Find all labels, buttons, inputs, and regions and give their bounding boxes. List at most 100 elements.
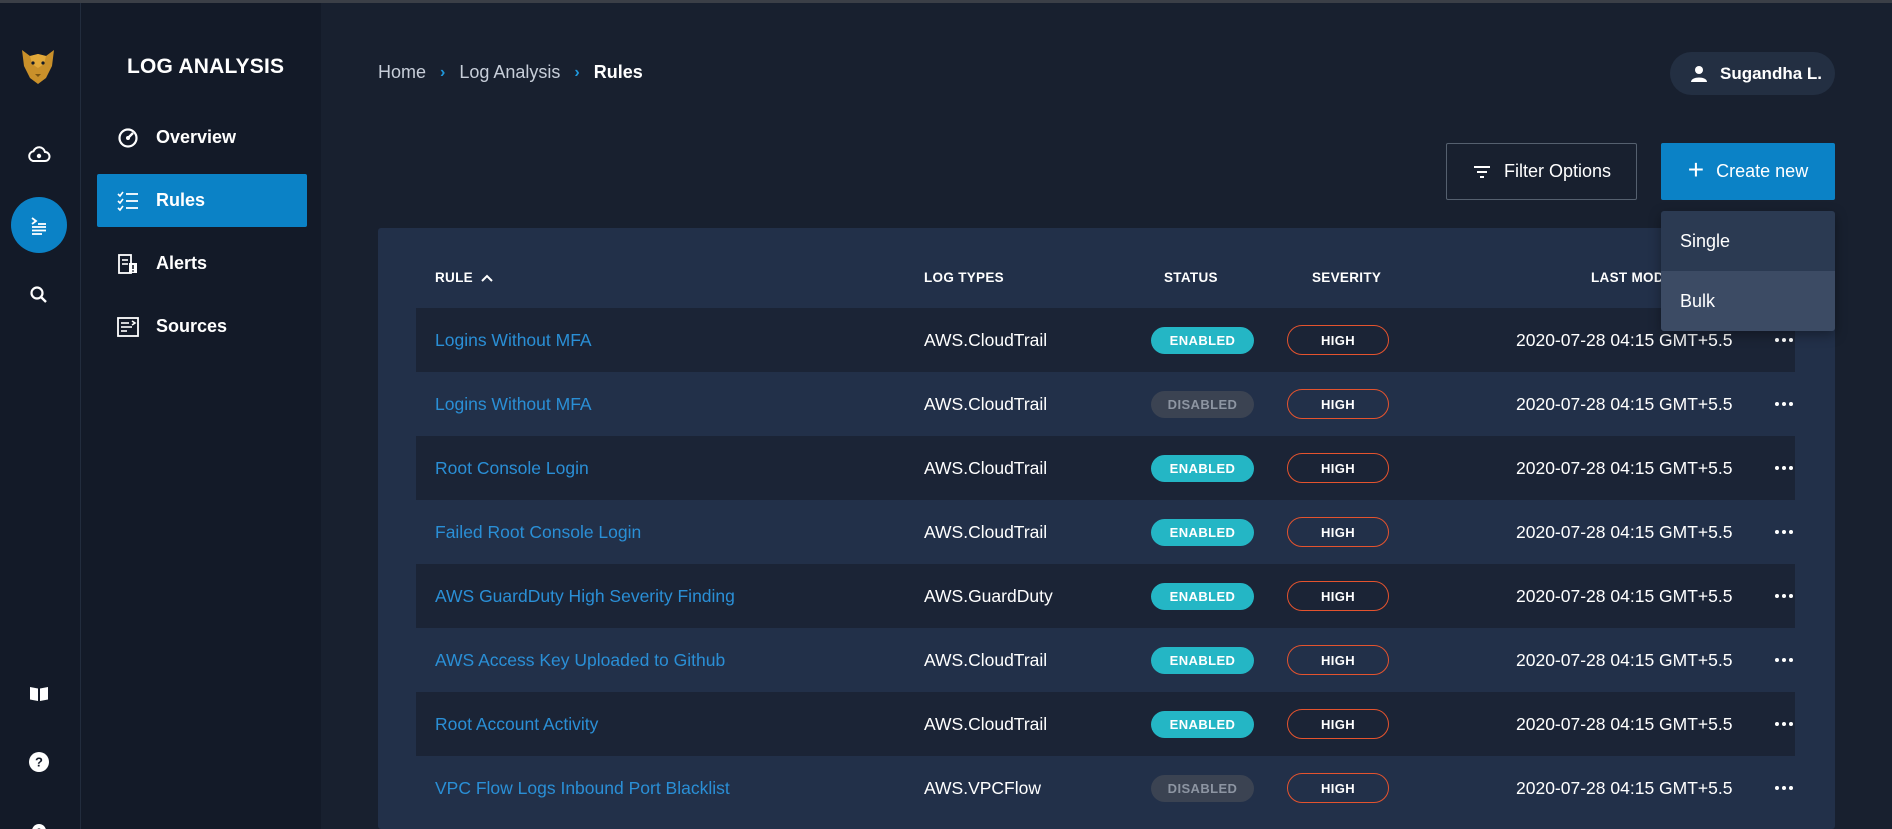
last-modified: 2020-07-28 04:15 GMT+5.5 bbox=[1516, 521, 1733, 542]
rule-name-link[interactable]: Root Account Activity bbox=[435, 692, 598, 756]
table-row[interactable]: Failed Root Console Login AWS.CloudTrail E… bbox=[416, 500, 1795, 564]
severity-cell: HIGH bbox=[1287, 500, 1389, 564]
sidebar-item-label: Overview bbox=[156, 127, 237, 147]
create-new-button[interactable]: + Create new bbox=[1661, 143, 1835, 200]
log-type: AWS.CloudTrail bbox=[924, 329, 1048, 350]
chevron-right-icon: › bbox=[574, 63, 580, 81]
table-header: RULE LOG TYPES STATUS SEVERITY LAST MOD bbox=[378, 228, 1835, 308]
table-row[interactable]: AWS Access Key Uploaded to Github AWS.Clo… bbox=[416, 628, 1795, 692]
severity-badge: HIGH bbox=[1287, 325, 1389, 355]
table-row[interactable]: Logins Without MFA AWS.CloudTrail ENABLED H… bbox=[416, 308, 1795, 372]
column-header-status[interactable]: STATUS bbox=[1164, 270, 1218, 285]
help-icon[interactable]: ? bbox=[11, 734, 67, 790]
column-header-rule[interactable]: RULE bbox=[435, 270, 493, 285]
docs-book-icon[interactable] bbox=[11, 666, 67, 722]
svg-text:?: ? bbox=[35, 755, 43, 770]
sidebar-item-label: Rules bbox=[156, 190, 206, 210]
severity-badge: HIGH bbox=[1287, 709, 1389, 739]
status-cell: DISABLED bbox=[1151, 372, 1254, 436]
rule-name-link[interactable]: Failed Root Console Login bbox=[435, 500, 641, 564]
rule-name-link[interactable]: Root Console Login bbox=[435, 436, 589, 500]
table-row[interactable]: VPC Flow Logs Inbound Port Blacklist AWS.… bbox=[416, 756, 1795, 820]
rule-name-link[interactable]: AWS Access Key Uploaded to Github bbox=[435, 628, 725, 692]
status-badge: ENABLED bbox=[1151, 454, 1254, 482]
breadcrumb-current: Rules bbox=[593, 62, 643, 82]
severity-cell: HIGH bbox=[1287, 756, 1389, 820]
checklist-icon bbox=[117, 191, 138, 211]
more-options-icon[interactable] bbox=[1772, 500, 1796, 564]
create-new-dropdown: Single Bulk bbox=[1661, 211, 1835, 331]
cloud-security-icon[interactable] bbox=[11, 127, 67, 183]
sidebar-item-alerts[interactable]: Alerts bbox=[97, 237, 307, 290]
status-badge: ENABLED bbox=[1151, 646, 1254, 674]
table-row[interactable]: AWS GuardDuty High Severity Finding AWS.G… bbox=[416, 564, 1795, 628]
table-row[interactable]: Root Account Activity AWS.CloudTrail ENABL… bbox=[416, 692, 1795, 756]
rule-name-link[interactable]: AWS GuardDuty High Severity Finding bbox=[435, 564, 735, 628]
severity-badge: HIGH bbox=[1287, 645, 1389, 675]
column-header-last-modified[interactable]: LAST MOD bbox=[1591, 270, 1664, 285]
sidebar-item-label: Sources bbox=[156, 316, 228, 336]
severity-cell: HIGH bbox=[1287, 308, 1389, 372]
last-modified: 2020-07-28 04:15 GMT+5.5 bbox=[1516, 585, 1733, 606]
settings-gear-icon[interactable] bbox=[11, 803, 67, 829]
breadcrumb-log-analysis[interactable]: Log Analysis bbox=[459, 62, 560, 83]
status-cell: ENABLED bbox=[1151, 500, 1254, 564]
status-cell: DISABLED bbox=[1151, 756, 1254, 820]
severity-badge: HIGH bbox=[1287, 581, 1389, 611]
column-header-label: RULE bbox=[435, 270, 473, 285]
rule-name-link[interactable]: Logins Without MFA bbox=[435, 308, 592, 372]
severity-badge: HIGH bbox=[1287, 389, 1389, 419]
menu-item-bulk[interactable]: Bulk bbox=[1661, 271, 1835, 331]
sort-ascending-icon bbox=[481, 274, 493, 282]
status-badge: DISABLED bbox=[1151, 774, 1254, 802]
table-row[interactable]: Root Console Login AWS.CloudTrail ENABLED H… bbox=[416, 436, 1795, 500]
sidebar-item-label: Alerts bbox=[156, 253, 208, 273]
sidebar-item-sources[interactable]: Sources bbox=[97, 300, 307, 353]
rule-name-link[interactable]: VPC Flow Logs Inbound Port Blacklist bbox=[435, 756, 730, 820]
rule-name-link[interactable]: Logins Without MFA bbox=[435, 372, 592, 436]
status-badge: ENABLED bbox=[1151, 710, 1254, 738]
log-type: AWS.CloudTrail bbox=[924, 649, 1048, 670]
sidebar-item-rules[interactable]: Rules bbox=[97, 174, 307, 227]
more-options-icon[interactable] bbox=[1772, 564, 1796, 628]
sources-icon bbox=[117, 316, 139, 337]
last-modified: 2020-07-28 04:15 GMT+5.5 bbox=[1516, 457, 1733, 478]
more-options-icon[interactable] bbox=[1772, 692, 1796, 756]
chevron-right-icon: › bbox=[440, 63, 446, 81]
gauge-icon bbox=[118, 127, 138, 148]
last-modified: 2020-07-28 04:15 GMT+5.5 bbox=[1516, 713, 1733, 734]
severity-cell: HIGH bbox=[1287, 628, 1389, 692]
more-options-icon[interactable] bbox=[1772, 436, 1796, 500]
plus-icon: + bbox=[1687, 154, 1705, 185]
status-badge: ENABLED bbox=[1151, 582, 1254, 610]
log-type: AWS.VPCFlow bbox=[924, 777, 1042, 798]
search-icon[interactable] bbox=[11, 267, 67, 323]
more-options-icon[interactable] bbox=[1772, 628, 1796, 692]
user-menu-button[interactable]: Sugandha L. bbox=[1670, 52, 1835, 95]
column-header-severity[interactable]: SEVERITY bbox=[1312, 270, 1381, 285]
severity-cell: HIGH bbox=[1287, 692, 1389, 756]
table-row[interactable]: Logins Without MFA AWS.CloudTrail DISABLED… bbox=[416, 372, 1795, 436]
filter-options-button[interactable]: Filter Options bbox=[1446, 143, 1637, 200]
log-type: AWS.CloudTrail bbox=[924, 393, 1048, 414]
status-cell: ENABLED bbox=[1151, 564, 1254, 628]
last-modified: 2020-07-28 04:15 GMT+5.5 bbox=[1516, 393, 1733, 414]
sidebar-item-overview[interactable]: Overview bbox=[97, 111, 307, 164]
status-badge: ENABLED bbox=[1151, 326, 1254, 354]
menu-item-single[interactable]: Single bbox=[1661, 211, 1835, 271]
log-analysis-icon[interactable] bbox=[11, 197, 67, 253]
user-name: Sugandha L. bbox=[1720, 63, 1822, 83]
user-icon bbox=[1691, 65, 1707, 82]
breadcrumb: Home › Log Analysis › Rules bbox=[378, 62, 643, 83]
severity-cell: HIGH bbox=[1287, 564, 1389, 628]
log-type: AWS.GuardDuty bbox=[924, 585, 1053, 606]
severity-cell: HIGH bbox=[1287, 372, 1389, 436]
status-cell: ENABLED bbox=[1151, 628, 1254, 692]
column-header-log-types[interactable]: LOG TYPES bbox=[924, 270, 1004, 285]
status-cell: ENABLED bbox=[1151, 308, 1254, 372]
severity-badge: HIGH bbox=[1287, 773, 1389, 803]
more-options-icon[interactable] bbox=[1772, 756, 1796, 820]
panther-logo-icon[interactable] bbox=[18, 46, 58, 86]
breadcrumb-home[interactable]: Home bbox=[378, 62, 426, 83]
more-options-icon[interactable] bbox=[1772, 372, 1796, 436]
